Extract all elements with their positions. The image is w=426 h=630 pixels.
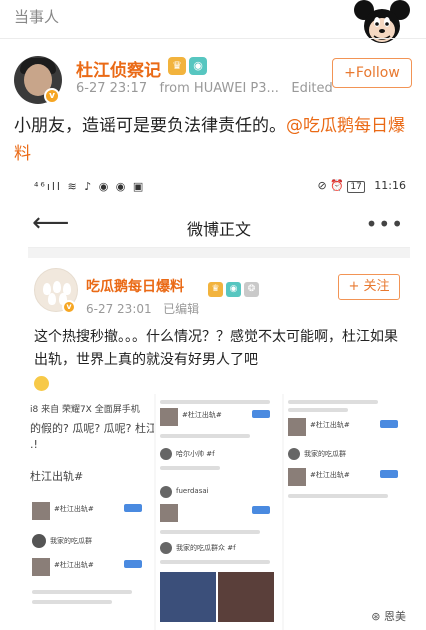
p1-hashtag: 杜江出轨# — [30, 470, 84, 483]
status-right: ⊘ ⏰ 17 11:16 — [317, 179, 406, 193]
post-meta: 6-27 23:17 from HUAWEI P3... Edited — [76, 81, 333, 96]
fan-eye-icon: ◉ — [189, 57, 207, 75]
follow-button[interactable]: +Follow — [332, 58, 412, 88]
inner-post-body: 这个热搜秒撤。。。什么情况？？感觉不太可能啊，杜江如果出轨，世界上真的就没有好男… — [34, 329, 398, 368]
p2-item3: fuerdasai — [176, 487, 209, 495]
battery-icon: 17 — [347, 181, 365, 193]
p1-item3: #杜江出轨# — [54, 561, 94, 569]
p2-item1: #杜江出轨# — [182, 411, 222, 419]
status-bar: ⁴⁶ıll ≋ ♪ ◉ ◉ ▣ ⊘ ⏰ 17 11:16 — [28, 176, 410, 198]
collage-image-2[interactable]: #杜江出轨# 哈尔小帅 #f fuerdasai 我家的吃瓜群众 #f — [156, 394, 282, 630]
status-time: 11:16 — [374, 179, 406, 192]
p1-line2: 的假的? 瓜呢? 瓜呢? 杜江和 — [30, 422, 154, 435]
post-text: 小朋友，造谣可是要负法律责任的。@吃瓜鹅每日爆料 — [14, 112, 414, 168]
watermark: ⊛ 恩美 — [371, 608, 406, 624]
inner-verified-badge-icon: v — [62, 300, 76, 314]
p1-item1: #杜江出轨# — [54, 505, 94, 513]
collage-image-3[interactable]: #杜江出轨# 我家的吃瓜群 #杜江出轨# — [284, 394, 410, 630]
image-collage[interactable]: i8 来自 荣耀7X 全面屏手机 的假的? 瓜呢? 瓜呢? 杜江和 .! 杜江出… — [28, 394, 410, 630]
watermark-text: 恩美 — [384, 610, 406, 623]
more-icon[interactable]: ••• — [366, 212, 404, 236]
edited-label: Edited — [291, 81, 333, 96]
nav-title: 微博正文 — [186, 220, 251, 239]
post-header: v 杜江侦察记 ♛ ◉ 6-27 23:17 from HUAWEI P3...… — [0, 40, 426, 104]
wechat-icon: ⊛ — [371, 610, 384, 623]
section-gap — [28, 248, 410, 258]
username[interactable]: 杜江侦察记 — [76, 56, 161, 81]
p1-line1: i8 来自 荣耀7X 全面屏手机 — [30, 405, 140, 415]
header-divider — [0, 38, 426, 39]
p3-item3: #杜江出轨# — [310, 471, 350, 479]
inner-username[interactable]: 吃瓜鹅每日爆料 — [86, 276, 184, 296]
inner-follow-button[interactable]: + 关注 — [338, 274, 400, 300]
collage-image-1[interactable]: i8 来自 荣耀7X 全面屏手机 的假的? 瓜呢? 瓜呢? 杜江和 .! 杜江出… — [28, 394, 154, 630]
verified-badge-icon: v — [44, 88, 60, 104]
p1-line3: .! — [30, 438, 38, 451]
inner-badges: ♛ ◉ ❂ — [208, 276, 262, 297]
status-icons: ⁴⁶ıll ≋ ♪ ◉ ◉ ▣ — [34, 180, 146, 193]
inner-meta: 6-27 23:01 已编辑 — [86, 300, 199, 317]
inner-post-text: 这个热搜秒撤。。。什么情况？？感觉不太可能啊，杜江如果出轨，世界上真的就没有好男… — [34, 326, 406, 395]
p1-item2: 我家的吃瓜群 — [50, 537, 92, 545]
crown-icon: ♛ — [168, 57, 186, 75]
lion-badge-icon: ♛ — [208, 282, 223, 297]
post-body: 小朋友，造谣可是要负法律责任的。 — [14, 116, 286, 136]
p2-item2: 哈尔小帅 #f — [176, 450, 215, 458]
p3-item2: 我家的吃瓜群 — [304, 450, 346, 458]
inner-edited-label: 已编辑 — [163, 302, 200, 316]
p2-item4: 我家的吃瓜群众 #f — [176, 544, 236, 552]
p3-item1: #杜江出轨# — [310, 421, 350, 429]
timestamp: 6-27 23:17 — [76, 81, 148, 96]
mute-icon: ⊘ ⏰ — [317, 179, 348, 192]
section-label: 当事人 — [14, 8, 60, 26]
nav-bar: ⟵ 微博正文 ••• — [28, 206, 410, 248]
laughing-emoji-icon — [34, 375, 49, 391]
medal-icon: ❂ — [244, 282, 259, 297]
inner-timestamp: 6-27 23:01 — [86, 302, 152, 316]
fan-eye-icon: ◉ — [226, 282, 241, 297]
source: from HUAWEI P3... — [159, 81, 279, 96]
embedded-screenshot: ⁴⁶ıll ≋ ♪ ◉ ◉ ▣ ⊘ ⏰ 17 11:16 ⟵ 微博正文 ••• … — [28, 176, 410, 630]
